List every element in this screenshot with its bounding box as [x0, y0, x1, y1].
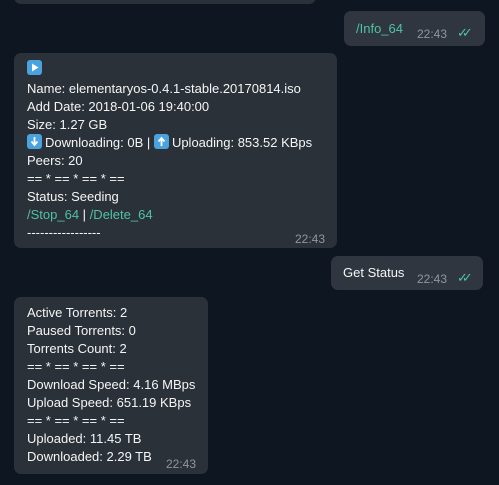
downloading-rate: Downloading: 0B [45, 135, 144, 150]
active-torrents: Active Torrents: 2 [27, 305, 128, 320]
separator: | [146, 135, 151, 150]
message-bubble-partial [14, 0, 316, 4]
torrent-status: Status: Seeding [27, 189, 119, 204]
message-time: 22:43 [166, 457, 197, 471]
info-command-link[interactable]: /Info_64 [356, 20, 403, 38]
play-line [27, 60, 312, 80]
message-time: 22:43 [417, 272, 448, 286]
down-arrow-icon [27, 134, 42, 149]
peers-count: Peers: 20 [27, 153, 83, 168]
message-bubble-get-status: Get Status 22:43 ✓✓ [331, 256, 483, 290]
divider-text: == * == * == * == [27, 171, 125, 186]
action-links: /Stop_64 | /Delete_64 [27, 206, 312, 224]
torrent-name: Name: elementaryos-0.4.1-stable.20170814… [27, 81, 301, 96]
double-check-icon: ✓✓ [457, 25, 473, 40]
transfer-line: Downloading: 0B | Uploading: 853.52 KBps [27, 134, 312, 152]
get-status-text: Get Status [343, 265, 405, 280]
delete-link[interactable]: /Delete_64 [90, 207, 153, 222]
message-time: 22:43 [417, 27, 448, 41]
play-button-icon [27, 60, 42, 75]
up-arrow-icon [153, 134, 169, 149]
paused-torrents: Paused Torrents: 0 [27, 323, 136, 338]
divider-text: == * == * == * == [27, 359, 125, 374]
torrent-size: Size: 1.27 GB [27, 117, 108, 132]
torrents-count: Torrents Count: 2 [27, 341, 127, 356]
upload-speed: Upload Speed: 651.19 KBps [27, 395, 192, 410]
uploading-rate: Uploading: 853.52 KBps [171, 135, 313, 150]
message-bubble-status: Active Torrents: 2 Paused Torrents: 0 To… [14, 297, 208, 474]
message-time: 22:43 [295, 232, 326, 246]
torrent-add-date: Add Date: 2018-01-06 19:40:00 [27, 99, 210, 114]
stop-link[interactable]: /Stop_64 [27, 207, 79, 222]
message-bubble-torrent-info: Name: elementaryos-0.4.1-stable.20170814… [14, 53, 337, 248]
double-check-icon: ✓✓ [457, 270, 473, 285]
download-speed: Download Speed: 4.16 MBps [27, 377, 196, 392]
divider-text: == * == * == * == [27, 413, 125, 428]
message-bubble-info-command: /Info_64 22:43 ✓✓ [344, 11, 485, 46]
uploaded-total: Uploaded: 11.45 TB [27, 431, 142, 446]
dashes-line: ----------------- [27, 225, 101, 240]
link-separator: | [82, 207, 87, 222]
